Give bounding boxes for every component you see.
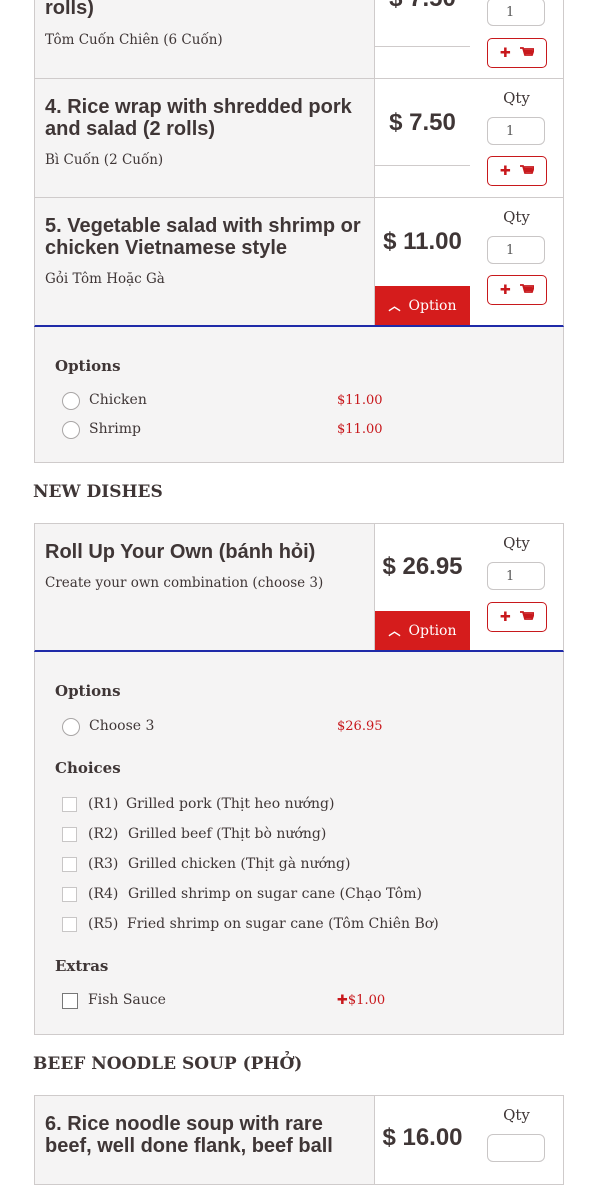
radio-button[interactable] xyxy=(62,392,80,410)
price-cell: $ 26.95 ︿ Option xyxy=(374,524,471,650)
menu-item-card: rolls) Tôm Cuốn Chiên (6 Cuốn) $ 7.50 ✚ xyxy=(34,0,564,79)
option-label: Choose 3 xyxy=(89,718,155,734)
qty-label: Qty xyxy=(503,89,530,107)
option-price: $26.95 xyxy=(337,719,383,734)
qty-cell: Qty xyxy=(470,1096,563,1184)
item-title: Roll Up Your Own (bánh hỏi) xyxy=(45,541,316,563)
section-heading: NEW DISHES xyxy=(33,482,163,502)
qty-cell: ✚ xyxy=(470,0,563,78)
checkbox[interactable] xyxy=(62,993,78,1009)
options-heading: Options xyxy=(55,357,121,375)
choice-label: Grilled beef (Thịt bò nướng) xyxy=(128,826,327,842)
item-title: 6. Rice noodle soup with rare beef, well… xyxy=(45,1113,333,1157)
extras-heading: Extras xyxy=(55,957,109,975)
item-price: $ 16.00 xyxy=(382,1124,463,1151)
radio-button[interactable] xyxy=(62,718,80,736)
plus-icon: ✚ xyxy=(337,993,348,1008)
chevron-up-icon: ︿ xyxy=(388,624,401,638)
price-divider xyxy=(375,165,470,166)
item-price: $ 26.95 xyxy=(382,553,463,580)
add-to-cart-button[interactable]: ✚ xyxy=(487,602,547,632)
add-to-cart-button[interactable]: ✚ xyxy=(487,156,547,186)
item-title: rolls) xyxy=(45,0,94,19)
item-subtitle: Tôm Cuốn Chiên (6 Cuốn) xyxy=(45,32,223,48)
item-price: $ 11.00 xyxy=(383,228,462,255)
choice-code: (R2) xyxy=(88,826,119,842)
qty-cell: Qty ✚ xyxy=(470,198,563,325)
plus-icon: ✚ xyxy=(500,45,511,61)
add-to-cart-button[interactable]: ✚ xyxy=(487,38,547,68)
plus-icon: ✚ xyxy=(500,282,511,298)
choices-heading: Choices xyxy=(55,759,121,777)
choice-label: Grilled chicken (Thịt gà nướng) xyxy=(128,856,351,872)
qty-label: Qty xyxy=(503,208,530,226)
checkbox[interactable] xyxy=(62,797,77,812)
qty-input[interactable] xyxy=(487,0,545,26)
checkbox[interactable] xyxy=(62,857,77,872)
option-label: Chicken xyxy=(89,392,147,408)
qty-input[interactable] xyxy=(487,562,545,590)
qty-input[interactable] xyxy=(487,236,545,264)
checkbox[interactable] xyxy=(62,917,77,932)
option-button-label: Option xyxy=(408,297,457,314)
plus-icon: ✚ xyxy=(500,163,511,179)
price-divider xyxy=(375,46,470,47)
add-to-cart-button[interactable]: ✚ xyxy=(487,275,547,305)
price-cell: $ 7.50 xyxy=(374,79,471,197)
plus-icon: ✚ xyxy=(500,609,511,625)
option-button-label: Option xyxy=(408,622,457,639)
chevron-up-icon: ︿ xyxy=(388,299,401,313)
menu-item-card: 4. Rice wrap with shredded pork and sala… xyxy=(34,78,564,198)
options-panel: Options Choose 3 $26.95 Choices (R1) Gri… xyxy=(34,652,564,1035)
item-subtitle: Create your own combination (choose 3) xyxy=(45,575,324,591)
extra-label: Fish Sauce xyxy=(88,992,166,1008)
price-cell: $ 16.00 xyxy=(374,1096,471,1184)
option-price: $11.00 xyxy=(337,422,383,437)
extra-price: ✚$1.00 xyxy=(337,993,385,1008)
option-toggle-button[interactable]: ︿ Option xyxy=(375,286,470,325)
cart-icon xyxy=(519,47,534,56)
cart-icon xyxy=(519,611,534,620)
price-cell: $ 7.50 xyxy=(374,0,471,78)
choice-label: Grilled pork (Thịt heo nướng) xyxy=(126,796,335,812)
checkbox[interactable] xyxy=(62,827,77,842)
choice-code: (R4) xyxy=(88,886,119,902)
menu-item-card: Roll Up Your Own (bánh hỏi) Create your … xyxy=(34,523,564,652)
cart-icon xyxy=(519,165,534,174)
choice-code: (R3) xyxy=(88,856,119,872)
section-heading: BEEF NOODLE SOUP (PHỞ) xyxy=(33,1054,303,1074)
qty-cell: Qty ✚ xyxy=(470,524,563,650)
option-label: Shrimp xyxy=(89,421,142,437)
option-toggle-button[interactable]: ︿ Option xyxy=(375,611,470,650)
menu-item-card: 5. Vegetable salad with shrimp or chicke… xyxy=(34,197,564,327)
options-heading: Options xyxy=(55,682,121,700)
item-title: 4. Rice wrap with shredded pork and sala… xyxy=(45,96,352,140)
choice-label: Fried shrimp on sugar cane (Tôm Chiên Bơ… xyxy=(127,916,439,932)
item-title: 5. Vegetable salad with shrimp or chicke… xyxy=(45,215,361,259)
qty-label: Qty xyxy=(503,534,530,552)
price-cell: $ 11.00 ︿ Option xyxy=(374,198,471,325)
options-panel: Options Chicken $11.00 Shrimp $11.00 xyxy=(34,327,564,463)
qty-cell: Qty ✚ xyxy=(470,79,563,197)
cart-icon xyxy=(519,284,534,293)
extra-price-value: $1.00 xyxy=(347,993,386,1008)
radio-button[interactable] xyxy=(62,421,80,439)
item-subtitle: Gỏi Tôm Hoặc Gà xyxy=(45,271,165,287)
qty-label: Qty xyxy=(503,1106,530,1124)
item-price: $ 7.50 xyxy=(375,0,470,13)
item-price: $ 7.50 xyxy=(389,109,456,136)
item-subtitle: Bì Cuốn (2 Cuốn) xyxy=(45,152,164,168)
qty-input[interactable] xyxy=(487,1134,545,1162)
checkbox[interactable] xyxy=(62,887,77,902)
menu-item-card: 6. Rice noodle soup with rare beef, well… xyxy=(34,1095,564,1185)
option-price: $11.00 xyxy=(337,393,383,408)
qty-input[interactable] xyxy=(487,117,545,145)
choice-code: (R1) xyxy=(88,796,119,812)
choice-label: Grilled shrimp on sugar cane (Chạo Tôm) xyxy=(128,886,422,902)
choice-code: (R5) xyxy=(88,916,119,932)
